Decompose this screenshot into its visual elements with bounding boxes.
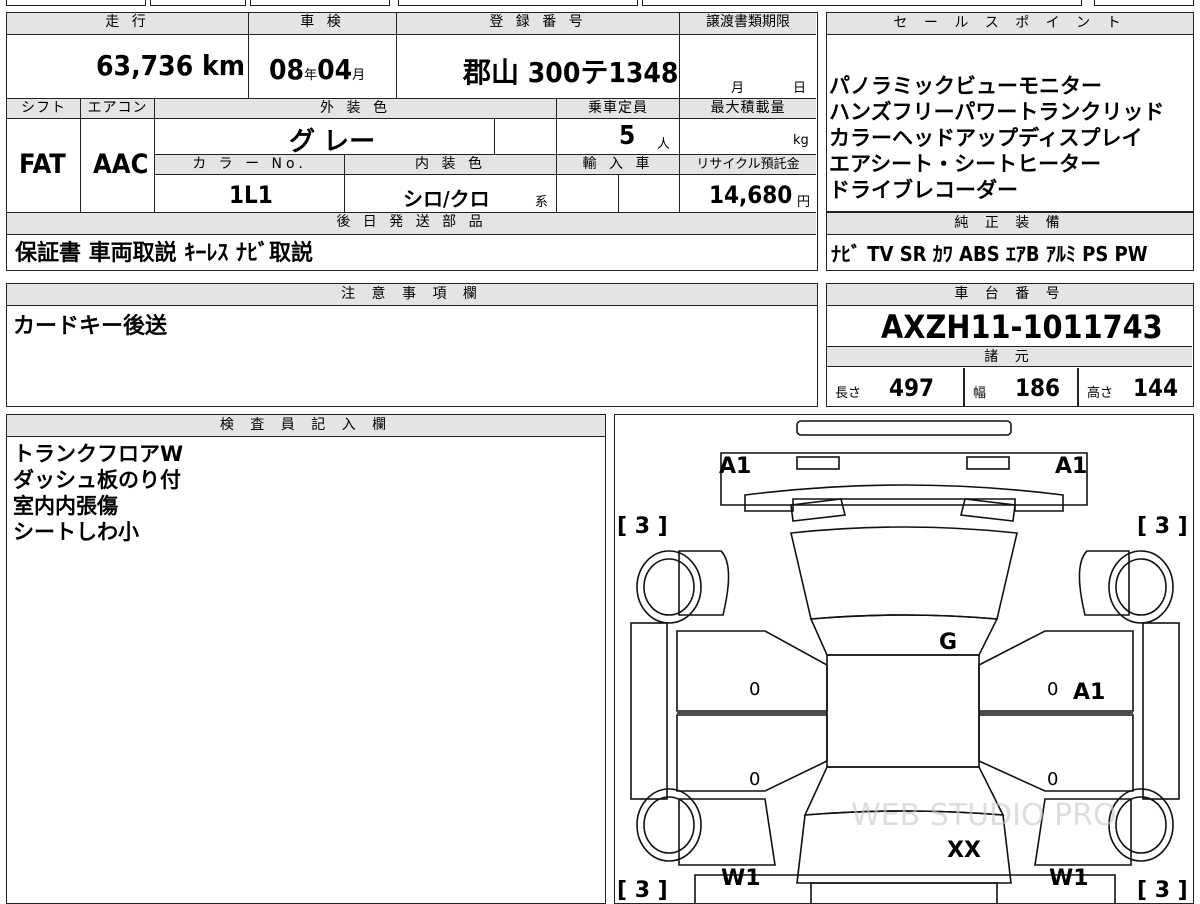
- mark-trunk: XX: [947, 838, 981, 863]
- shift-value: FAT: [19, 149, 66, 180]
- inspector-box: 検 査 員 記 入 欄 トランクフロアW ダッシュ板のり付 室内内張傷 シートし…: [6, 414, 606, 904]
- recycle-value: 14,680: [709, 181, 793, 209]
- mark-door-fl: 0: [749, 679, 760, 700]
- sales-point-item: エアシート・シートヒーター: [829, 152, 1102, 176]
- transfer-deadline-label: 譲渡書類期限: [680, 13, 816, 35]
- interior-color-value: シロ/クロ: [403, 187, 490, 211]
- sales-points-box: セ ー ル ス ポ イ ン ト パノラミックビューモニター ハンズフリーパワート…: [826, 12, 1194, 212]
- mark-door-fr-A1: A1: [1073, 680, 1105, 705]
- interior-color-suffix: 系: [535, 195, 549, 210]
- height-label: 高さ: [1087, 386, 1114, 401]
- notes-box: 注 意 事 項 欄 カードキー後送: [6, 283, 818, 407]
- width-label: 幅: [973, 386, 987, 401]
- mark-rear-left: W1: [721, 866, 761, 891]
- interior-color-label: 内 装 色: [345, 155, 557, 175]
- top-strip: [0, 0, 1200, 8]
- inspector-label: 検 査 員 記 入 欄: [7, 415, 605, 437]
- inspection-label: 車 検: [249, 13, 397, 35]
- genuine-equipment-value: ﾅﾋﾞ TV SR ｶﾜ ABS ｴｱB ｱﾙﾐ PS PW: [831, 242, 1148, 266]
- watermark: WEB STUDIO PRO: [851, 798, 1117, 833]
- mark-rear-right: W1: [1049, 866, 1089, 891]
- transfer-day: 日: [793, 81, 807, 96]
- mark-tire-rl: [ 3 ]: [617, 878, 668, 903]
- chassis-label: 車 台 番 号: [827, 284, 1193, 306]
- notes-label: 注 意 事 項 欄: [7, 284, 817, 306]
- mark-door-fr: 0: [1047, 679, 1058, 700]
- import-label: 輸 入 車: [557, 155, 680, 175]
- exterior-color-label: 外 装 色: [155, 99, 557, 119]
- length-label: 長さ: [835, 386, 862, 401]
- mark-front-right: A1: [1055, 454, 1087, 479]
- sales-point-item: ドライブレコーダー: [829, 178, 1018, 202]
- mark-door-rl: 0: [749, 769, 760, 790]
- width-value: 186: [1015, 374, 1061, 402]
- registration-value: 郡山 300テ1348: [463, 56, 679, 89]
- notes-text: カードキー後送: [13, 314, 168, 339]
- mileage-value: 63,736 km: [96, 49, 245, 82]
- chassis-box: 車 台 番 号 AXZH11-1011743 諸 元 長さ 497 幅 186 …: [826, 283, 1194, 407]
- chassis-number: AXZH11-1011743: [881, 308, 1163, 346]
- inspector-line: トランクフロアW: [13, 442, 184, 466]
- car-diagram: WEB STUDIO PRO A1 A1 [ 3 ] [ 3 ] G 0 0 A…: [617, 420, 1188, 903]
- sales-points-label: セ ー ル ス ポ イ ン ト: [827, 13, 1193, 35]
- length-value: 497: [889, 374, 935, 402]
- mark-tire-fr: [ 3 ]: [1137, 514, 1188, 539]
- capacity-unit: 人: [657, 137, 671, 152]
- max-load-unit: kg: [793, 133, 809, 148]
- inspector-lines: トランクフロアW ダッシュ板のり付 室内内張傷 シートしわ小: [13, 441, 183, 545]
- mileage-label: 走 行: [7, 13, 249, 35]
- mark-tire-rr: [ 3 ]: [1137, 878, 1188, 903]
- max-load-label: 最大積載量: [680, 99, 816, 119]
- exterior-color-value: グ レー: [289, 127, 376, 157]
- recycle-label: リサイクル預託金: [680, 155, 816, 175]
- inspector-line: 室内内張傷: [13, 494, 118, 518]
- aircon-value: AAC: [93, 149, 149, 180]
- dims-label: 諸 元: [827, 347, 1192, 367]
- height-value: 144: [1133, 374, 1179, 402]
- sales-point-item: パノラミックビューモニター: [829, 74, 1102, 98]
- aircon-label: エアコン: [81, 99, 155, 119]
- spec-table: 走 行 車 検 登 録 番 号 譲渡書類期限 63,736 km 08年04月 …: [6, 12, 818, 271]
- sales-points-list: パノラミックビューモニター ハンズフリーパワートランクリッド カラーヘッドアップ…: [829, 73, 1164, 203]
- mark-front-left: A1: [719, 454, 751, 479]
- genuine-equipment-box: 純 正 装 備 ﾅﾋﾞ TV SR ｶﾜ ABS ｴｱB ｱﾙﾐ PS PW: [826, 212, 1194, 271]
- registration-label: 登 録 番 号: [397, 13, 680, 35]
- inspection-value: 08年04月: [269, 53, 366, 86]
- car-diagram-box: WEB STUDIO PRO A1 A1 [ 3 ] [ 3 ] G 0 0 A…: [614, 414, 1194, 904]
- inspector-line: シートしわ小: [13, 520, 139, 544]
- genuine-equipment-label: 純 正 装 備: [827, 213, 1193, 235]
- mark-door-rr: 0: [1047, 769, 1058, 790]
- capacity-value: 5: [619, 121, 636, 151]
- recycle-unit: 円: [797, 195, 811, 210]
- mark-tire-fl: [ 3 ]: [617, 514, 668, 539]
- capacity-label: 乗車定員: [557, 99, 680, 119]
- color-no-value: 1L1: [229, 181, 273, 209]
- later-parts-label: 後 日 発 送 部 品: [7, 213, 816, 235]
- transfer-month: 月: [731, 81, 745, 96]
- inspector-line: ダッシュ板のり付: [13, 468, 181, 492]
- sales-point-item: カラーヘッドアップディスプレイ: [829, 126, 1143, 150]
- mark-roof: G: [939, 630, 957, 655]
- shift-label: シフト: [7, 99, 81, 119]
- sales-point-item: ハンズフリーパワートランクリッド: [829, 100, 1165, 124]
- later-parts-value: 保証書 車両取説 ｷｰﾚｽ ﾅﾋﾞ取説: [15, 241, 313, 266]
- color-no-label: カ ラ ー No.: [155, 155, 345, 175]
